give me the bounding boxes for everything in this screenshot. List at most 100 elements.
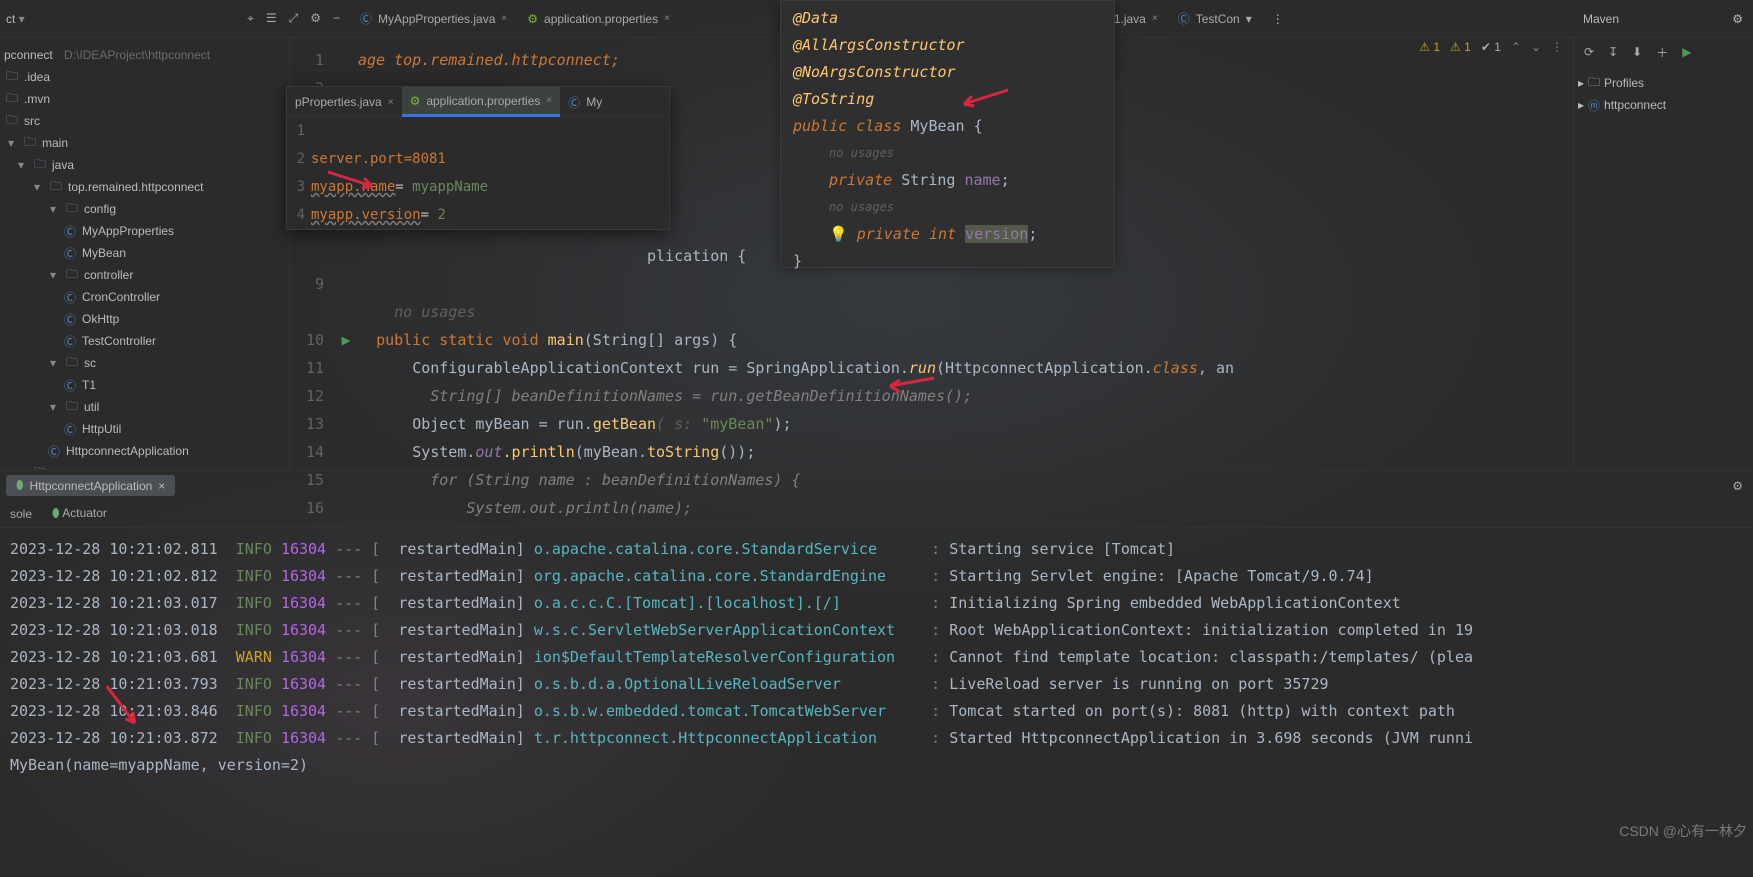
popup-tab-application-properties[interactable]: ⚙application.properties× (402, 87, 561, 117)
class-icon: Ⓒ (62, 289, 78, 306)
project-header: ct ⌖ ☰ ⤢ ⚙ − (0, 0, 350, 38)
inspection-more-icon[interactable]: ⋮ (1551, 40, 1563, 54)
select-opened-icon[interactable]: ⌖ (247, 11, 254, 26)
maven-header: Maven ⚙ (1573, 0, 1753, 38)
project-crumb[interactable]: ct (6, 12, 25, 26)
folder-icon: 🗀 (4, 89, 20, 110)
popup-tab-my[interactable]: ⒸMy (560, 87, 610, 117)
class-icon: Ⓒ (62, 245, 78, 262)
run-subtab-console[interactable]: sole (10, 507, 32, 521)
tree-java[interactable]: ▾🗀java (0, 154, 289, 176)
run-subtab-actuator[interactable]: ⬮ Actuator (52, 506, 107, 521)
weak-warn-badge[interactable]: ✔ 1 (1481, 40, 1501, 54)
package-icon: 🗀 (64, 199, 80, 220)
package-icon: 🗀 (48, 177, 64, 198)
close-icon[interactable]: × (664, 13, 670, 24)
gear-icon[interactable]: ⚙ (1732, 479, 1753, 493)
class-icon: Ⓒ (62, 223, 78, 240)
maven-profiles[interactable]: ▸🗀Profiles (1578, 72, 1749, 94)
tree-t1[interactable]: ⒸT1 (0, 374, 289, 396)
folder-icon: 🗀 (4, 67, 20, 88)
maven-refresh-icon[interactable]: ⟳ (1584, 45, 1594, 59)
intention-bulb-icon[interactable]: 💡 (829, 225, 848, 243)
tree-mybean[interactable]: ⒸMyBean (0, 242, 289, 264)
tree-app[interactable]: ⒸHttpconnectApplication (0, 440, 289, 462)
maven-generate-icon[interactable]: ↧ (1608, 45, 1618, 59)
tab-testcon[interactable]: ⒸTestCon▾ (1168, 0, 1262, 38)
run-tool-window[interactable]: ⬮HttpconnectApplication× ⚙ sole ⬮ Actuat… (0, 470, 1753, 877)
usages-hint[interactable]: no usages (793, 194, 1102, 221)
chevron-down-icon[interactable]: ▾ (46, 400, 60, 414)
spring-icon: ⬮ (16, 478, 24, 493)
chevron-down-icon[interactable]: ▾ (1246, 12, 1252, 26)
tree-util[interactable]: ▾🗀util (0, 396, 289, 418)
annotation-data: @Data (793, 9, 838, 27)
class-icon: Ⓒ (568, 94, 580, 111)
project-settings-icon[interactable]: ⚙ (310, 11, 321, 26)
maven-run-icon[interactable]: ▶ (1682, 45, 1691, 59)
java-icon: Ⓒ (360, 10, 372, 27)
tree-testcontroller[interactable]: ⒸTestController (0, 330, 289, 352)
maven-add-icon[interactable]: ＋ (1656, 44, 1668, 61)
mybean-peek-popup[interactable]: @Data @AllArgsConstructor @NoArgsConstru… (780, 0, 1115, 268)
tree-main[interactable]: ▾🗀main (0, 132, 289, 154)
chevron-down-icon[interactable]: ▾ (14, 158, 28, 172)
annotation-arrow-icon (326, 170, 376, 190)
maven-download-icon[interactable]: ⬇ (1632, 45, 1642, 59)
maven-title: Maven (1583, 12, 1619, 26)
chevron-down-icon[interactable]: ▾ (4, 136, 18, 150)
collapse-icon[interactable]: − (333, 11, 340, 26)
folder-icon: 🗀 (4, 111, 20, 132)
usages-hint[interactable]: no usages (394, 303, 475, 321)
tree-src[interactable]: 🗀src (0, 110, 289, 132)
chevron-down-icon[interactable]: ▾ (46, 202, 60, 216)
tree-sc[interactable]: ▾🗀sc (0, 352, 289, 374)
tree-package[interactable]: ▾🗀top.remained.httpconnect (0, 176, 289, 198)
class-icon: Ⓒ (62, 377, 78, 394)
next-highlight-icon[interactable]: ⌄ (1531, 40, 1541, 54)
tree-resources[interactable]: ▸🗀resources (0, 462, 289, 470)
tree-httputil[interactable]: ⒸHttpUtil (0, 418, 289, 440)
tree-okhttp[interactable]: ⒸOkHttp (0, 308, 289, 330)
tab-application-properties[interactable]: ⚙application.properties× (517, 0, 680, 38)
chevron-down-icon[interactable]: ▾ (30, 180, 44, 194)
watermark: CSDN @心有一林夕 (1619, 821, 1747, 841)
code-line: public static void (376, 331, 548, 349)
expand-icon[interactable]: ⤢ (289, 11, 299, 26)
maven-project[interactable]: ▸ⓜhttpconnect (1578, 94, 1749, 116)
popup-tab-props-java[interactable]: pProperties.java× (287, 87, 402, 117)
close-icon[interactable]: × (501, 13, 507, 24)
tree-mvn[interactable]: 🗀.mvn (0, 88, 289, 110)
close-icon[interactable]: × (1152, 13, 1158, 24)
source-folder-icon: 🗀 (32, 155, 48, 176)
warn-badge[interactable]: ⚠ 1 (1450, 40, 1471, 54)
class-icon: Ⓒ (62, 311, 78, 328)
properties-peek-popup[interactable]: pProperties.java× ⚙application.propertie… (286, 86, 670, 230)
warn-badge[interactable]: ⚠ 1 (1419, 40, 1440, 54)
tree-idea[interactable]: 🗀.idea (0, 66, 289, 88)
class-icon: Ⓒ (62, 421, 78, 438)
class-icon: Ⓒ (1178, 10, 1190, 27)
outline-icon[interactable]: ☰ (266, 11, 277, 26)
chevron-down-icon[interactable]: ▾ (46, 356, 60, 370)
project-root[interactable]: pconnect D:\IDEAProject\httpconnect (0, 44, 289, 66)
prev-highlight-icon[interactable]: ⌃ (1511, 40, 1521, 54)
close-icon[interactable]: × (158, 479, 165, 493)
maven-panel[interactable]: ⟳ ↧ ⬇ ＋ ▶ ▸🗀Profiles ▸ⓜhttpconnect (1573, 38, 1753, 470)
tree-controller[interactable]: ▾🗀controller (0, 264, 289, 286)
package-icon: 🗀 (64, 397, 80, 418)
prop-server-port: server.port=8081 (311, 151, 446, 167)
project-tree[interactable]: pconnect D:\IDEAProject\httpconnect 🗀.id… (0, 38, 290, 470)
class-name: MyBean (910, 117, 964, 135)
usages-hint[interactable]: no usages (793, 140, 1102, 167)
tree-cron[interactable]: ⒸCronController (0, 286, 289, 308)
gear-icon[interactable]: ⚙ (1732, 12, 1743, 26)
tabs-more-icon[interactable]: ⋮ (1262, 12, 1294, 26)
tab-myappproperties[interactable]: ⒸMyAppProperties.java× (350, 0, 517, 38)
run-gutter-icon[interactable]: ▶ (334, 326, 358, 354)
tree-config[interactable]: ▾🗀config (0, 198, 289, 220)
tree-myappproperties[interactable]: ⒸMyAppProperties (0, 220, 289, 242)
run-config-tab[interactable]: ⬮HttpconnectApplication× (6, 475, 175, 496)
chevron-down-icon[interactable]: ▾ (46, 268, 60, 282)
console-output[interactable]: 2023-12-28 10:21:02.811 INFO 16304 --- [… (0, 528, 1753, 877)
